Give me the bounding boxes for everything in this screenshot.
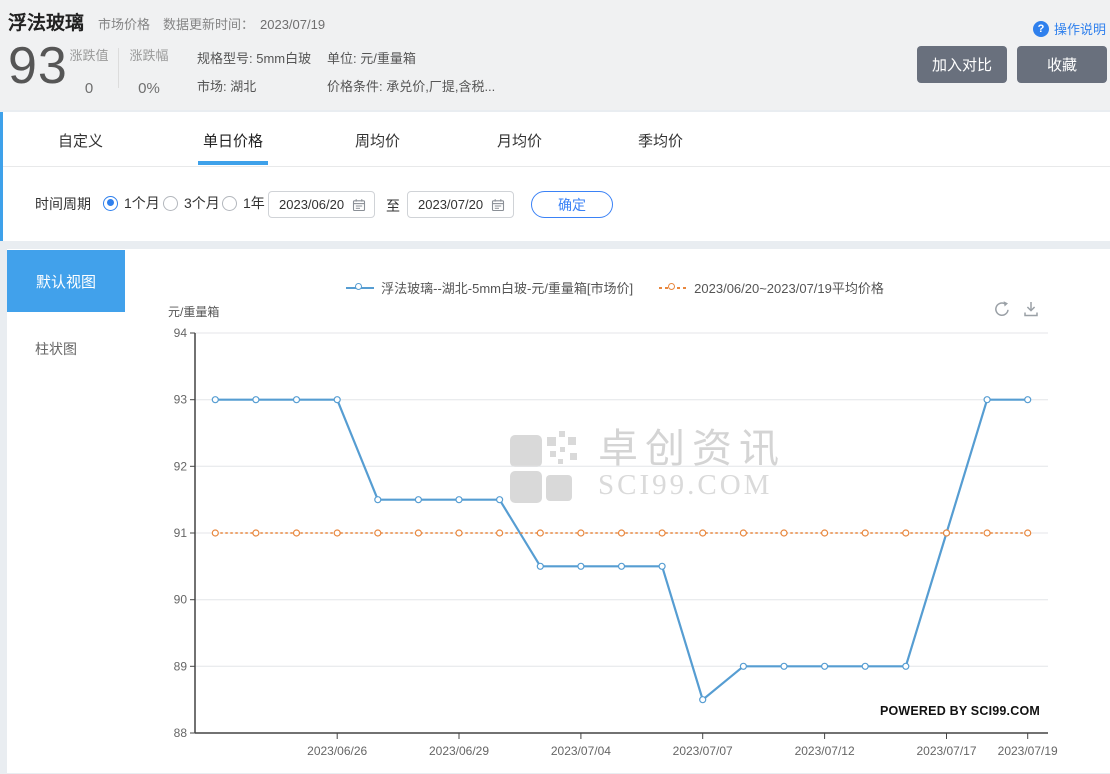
spec-unit: 单位: 元/重量箱 (327, 45, 495, 73)
start-date-input[interactable]: 2023/06/20 (268, 191, 375, 218)
tab-月均价[interactable]: 月均价 (497, 130, 542, 165)
date-range-to-label: 至 (386, 196, 400, 216)
start-date-value: 2023/06/20 (279, 197, 344, 212)
radio-unchecked-icon (222, 196, 237, 211)
svg-text:93: 93 (174, 393, 188, 407)
tab-单日价格[interactable]: 单日价格 (203, 130, 263, 165)
sidebar-item-默认视图[interactable]: 默认视图 (7, 250, 125, 312)
radio-checked-icon (103, 196, 118, 211)
period-radio-1个月[interactable]: 1个月 (103, 193, 160, 213)
radio-label: 3个月 (184, 193, 220, 213)
svg-text:2023/07/07: 2023/07/07 (673, 744, 733, 758)
svg-text:92: 92 (174, 459, 188, 473)
chart-panel: 默认视图柱状图 浮法玻璃--湖北-5mm白玻-元/重量箱[市场价] 2023/06… (7, 249, 1110, 773)
help-label: 操作说明 (1054, 19, 1106, 38)
svg-text:2023/07/04: 2023/07/04 (551, 744, 611, 758)
spec-condition: 价格条件: 承兑价,厂提,含税... (327, 73, 495, 101)
tab-bar: 自定义 单日价格 周均价 月均价 季均价 (3, 112, 1110, 167)
end-date-input[interactable]: 2023/07/20 (407, 191, 514, 218)
update-time-value: 2023/07/19 (260, 17, 325, 32)
svg-text:2023/06/29: 2023/06/29 (429, 744, 489, 758)
confirm-button[interactable]: 确定 (531, 191, 613, 218)
help-link[interactable]: ? 操作说明 (1033, 19, 1106, 38)
chart-area: 浮法玻璃--湖北-5mm白玻-元/重量箱[市场价] 2023/06/20~2023… (135, 249, 1095, 773)
tab-周均价[interactable]: 周均价 (355, 130, 400, 165)
change-value: 0 (66, 80, 112, 97)
end-date-value: 2023/07/20 (418, 197, 483, 212)
update-time-label: 数据更新时间： (163, 17, 254, 32)
tab-自定义[interactable]: 自定义 (58, 130, 103, 165)
market-price-label: 市场价格 (98, 14, 150, 33)
spec-market: 市场: 湖北 (197, 73, 311, 101)
tabs-filter-panel: 自定义 单日价格 周均价 月均价 季均价 时间周期 1个月 3个月 1年 2023/06/2… (0, 112, 1110, 241)
legend-label: 2023/06/20~2023/07/19平均价格 (694, 278, 884, 297)
filter-row: 时间周期 1个月 3个月 1年 2023/06/20 至 2023/07/20 (3, 168, 1110, 241)
radio-label: 1年 (243, 193, 265, 213)
svg-text:88: 88 (174, 726, 188, 740)
page-title: 浮法玻璃 (8, 8, 84, 35)
svg-text:91: 91 (174, 526, 188, 540)
change-value-label: 涨跌值 (66, 45, 112, 64)
spec-model: 规格型号: 5mm白玻 (197, 45, 311, 73)
change-pct-value: 0% (126, 80, 172, 97)
legend-marker-icon (659, 283, 687, 293)
period-radio-1年[interactable]: 1年 (222, 193, 265, 213)
svg-text:94: 94 (174, 326, 188, 340)
calendar-icon (352, 198, 366, 212)
svg-text:2023/07/19: 2023/07/19 (998, 744, 1058, 758)
favorite-button[interactable]: 收藏 (1017, 46, 1107, 83)
legend-item-1[interactable]: 浮法玻璃--湖北-5mm白玻-元/重量箱[市场价] (346, 278, 633, 297)
svg-text:89: 89 (174, 659, 188, 673)
chart-legend: 浮法玻璃--湖北-5mm白玻-元/重量箱[市场价] 2023/06/20~2023… (135, 278, 1095, 297)
page: { "header": { "title": "浮法玻璃", "subtitle… (0, 0, 1110, 773)
legend-marker-icon (346, 283, 374, 293)
period-label: 时间周期 (35, 194, 91, 214)
calendar-icon (491, 198, 505, 212)
svg-text:2023/06/26: 2023/06/26 (307, 744, 367, 758)
legend-item-2[interactable]: 2023/06/20~2023/07/19平均价格 (659, 278, 884, 297)
view-sidebar: 默认视图柱状图 (7, 250, 135, 359)
header: 浮法玻璃 市场价格 数据更新时间： 2023/07/19 93 涨跌值 0 涨跌幅… (0, 0, 1110, 110)
add-compare-button[interactable]: 加入对比 (917, 46, 1007, 83)
svg-text:2023/07/12: 2023/07/12 (795, 744, 855, 758)
change-pct-block: 涨跌幅 0% (126, 45, 172, 97)
spec-column-1: 规格型号: 5mm白玻 市场: 湖北 (197, 45, 311, 101)
svg-text:2023/07/17: 2023/07/17 (916, 744, 976, 758)
chart-tools (992, 299, 1041, 319)
legend-label: 浮法玻璃--湖北-5mm白玻-元/重量箱[市场价] (381, 278, 633, 297)
radio-label: 1个月 (124, 193, 160, 213)
update-time: 数据更新时间： 2023/07/19 (163, 14, 325, 33)
refresh-icon[interactable] (992, 299, 1012, 319)
download-icon[interactable] (1021, 299, 1041, 319)
y-axis-unit-label: 元/重量箱 (168, 303, 219, 320)
radio-unchecked-icon (163, 196, 178, 211)
current-price: 93 (8, 36, 68, 96)
change-value-block: 涨跌值 0 (66, 45, 112, 97)
powered-by-label: POWERED BY SCI99.COM (880, 704, 1040, 718)
spec-column-2: 单位: 元/重量箱 价格条件: 承兑价,厂提,含税... (327, 45, 495, 101)
svg-text:90: 90 (174, 593, 188, 607)
divider (118, 48, 119, 88)
change-pct-label: 涨跌幅 (126, 45, 172, 64)
period-radio-3个月[interactable]: 3个月 (163, 193, 220, 213)
sidebar-item-柱状图[interactable]: 柱状图 (35, 339, 135, 359)
tab-季均价[interactable]: 季均价 (638, 130, 683, 165)
question-icon: ? (1033, 21, 1049, 37)
